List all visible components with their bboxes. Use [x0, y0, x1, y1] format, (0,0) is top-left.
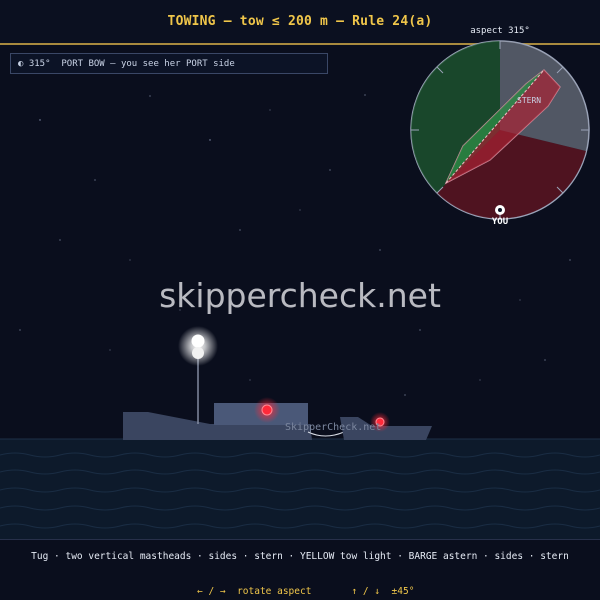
- rotate-label: rotate aspect: [237, 586, 312, 597]
- scene-watermark: SkipperCheck.net: [285, 422, 381, 433]
- footer-divider: [0, 539, 600, 540]
- aspect-compass[interactable]: STERN: [408, 38, 592, 222]
- observer-marker-center: [498, 208, 502, 212]
- site-watermark: skippercheck.net: [159, 276, 441, 315]
- controls-hint: ← / → rotate aspect ↑ / ↓ ±45°: [0, 575, 600, 597]
- compass-stern-label: STERN: [517, 96, 541, 105]
- compass-aspect-label: aspect 315°: [470, 26, 530, 36]
- aspect-readout: ◐ 315° PORT BOW — you see her PORT side: [10, 53, 328, 74]
- tug-port-light: [261, 404, 273, 416]
- masthead-light-upper: [191, 334, 205, 348]
- rotate-keys[interactable]: ← / →: [197, 586, 226, 597]
- observer-label: YOU: [491, 217, 509, 227]
- light-legend: Tug · two vertical mastheads · sides · s…: [31, 551, 569, 562]
- sea: [0, 439, 600, 539]
- masthead-light-lower: [192, 347, 204, 359]
- tug-vessel: [123, 350, 312, 440]
- step-keys[interactable]: ↑ / ↓: [351, 586, 380, 597]
- aspect-readout-text: 315° PORT BOW — you see her PORT side: [28, 58, 235, 69]
- step-label: ±45°: [391, 586, 415, 597]
- page-title: TOWING — tow ≤ 200 m — Rule 24(a): [167, 14, 433, 29]
